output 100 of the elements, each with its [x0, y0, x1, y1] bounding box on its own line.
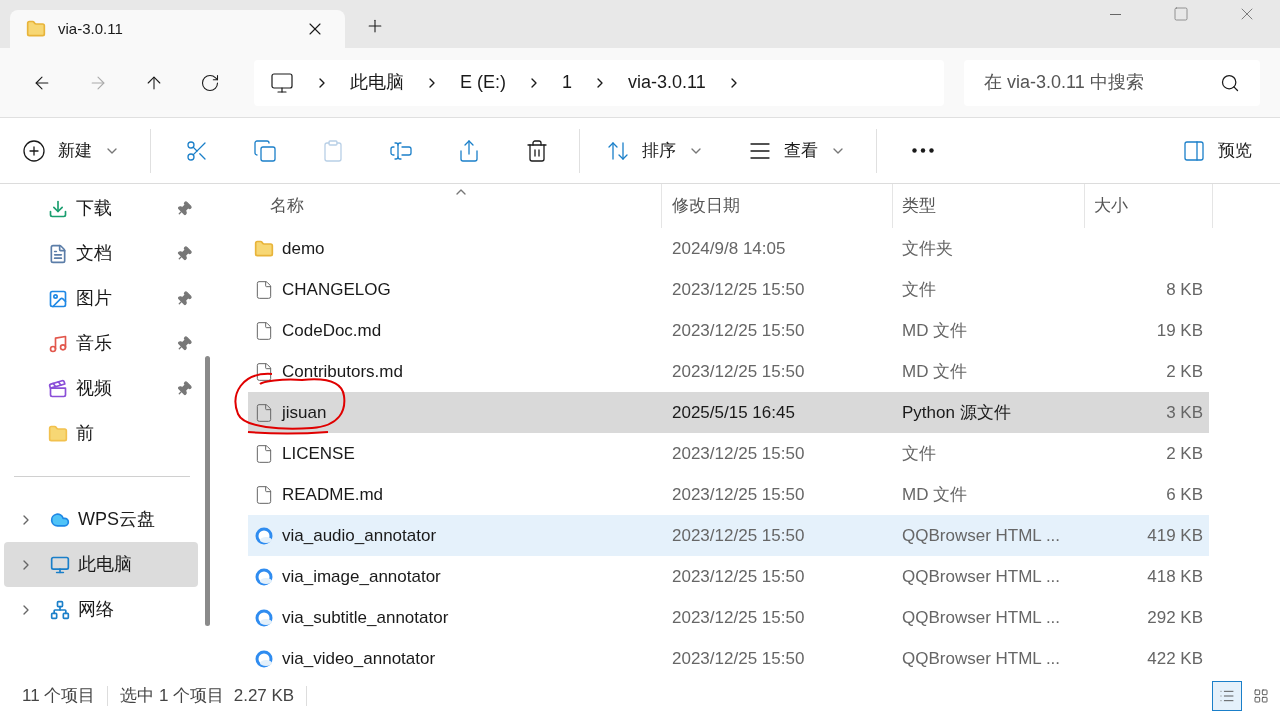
file-row[interactable]: LICENSE 2023/12/25 15:50 文件 2 KB	[248, 433, 1209, 474]
file-name: CodeDoc.md	[282, 319, 382, 342]
breadcrumb[interactable]: E (E:)	[460, 69, 506, 96]
file-row[interactable]: via_video_annotator 2023/12/25 15:50 QQBrowser HTML ... 422 KB	[248, 638, 1209, 679]
copy-icon	[253, 138, 277, 163]
size-cell-text: 2 KB	[1165, 360, 1203, 383]
minimize-icon	[1109, 13, 1121, 15]
tab-title: via-3.0.11	[58, 18, 124, 39]
date-cell-text: 2023/12/25 15:50	[671, 647, 806, 670]
file-row[interactable]: CodeDoc.md 2023/12/25 15:50 MD 文件 19 KB	[248, 310, 1209, 351]
breadcrumb[interactable]: via-3.0.11	[628, 69, 706, 96]
file-name: LICENSE	[282, 442, 355, 465]
music-icon	[48, 333, 68, 354]
size-cell-text: 418 KB	[1146, 565, 1203, 588]
file-icon	[254, 443, 274, 464]
date-cell-text: 2023/12/25 15:50	[671, 319, 806, 342]
sidebar-item[interactable]: 下载	[4, 186, 200, 231]
column-header[interactable]: 名称	[248, 184, 662, 228]
sidebar-item[interactable]: 音乐	[4, 321, 200, 366]
folder-icon	[48, 423, 68, 444]
type-cell-text: MD 文件	[901, 483, 969, 506]
type-cell-text: 文件夹	[901, 237, 954, 260]
details-view-button[interactable]	[1212, 681, 1242, 711]
selection-info: 选中 1 个项目 2.27 KB	[120, 685, 295, 708]
sidebar-item[interactable]: 前	[4, 411, 200, 456]
file-row[interactable]: demo 2024/9/8 14:05 文件夹	[248, 228, 1209, 269]
file-name: demo	[282, 237, 325, 260]
type-cell-text: 文件	[901, 278, 937, 301]
sort-button[interactable]: 排序	[598, 130, 712, 171]
date-cell-text: 2023/12/25 15:50	[671, 360, 806, 383]
search-field[interactable]: 在 via-3.0.11 中搜索	[964, 59, 1260, 106]
size-cell-text: 419 KB	[1146, 524, 1203, 547]
type-cell-text: MD 文件	[901, 360, 969, 383]
folder-icon	[254, 238, 274, 259]
document-icon	[48, 243, 68, 264]
scrollbar[interactable]	[204, 356, 210, 626]
sidebar-item[interactable]: 网络	[4, 587, 198, 632]
computer-icon	[270, 70, 294, 95]
type-cell-text: QQBrowser HTML ...	[901, 647, 1062, 670]
browser-icon	[254, 566, 274, 587]
refresh-icon	[200, 72, 220, 93]
share-icon	[457, 138, 481, 163]
preview-button[interactable]: 预览	[1174, 130, 1260, 171]
sidebar-item[interactable]: 图片	[4, 276, 200, 321]
list-icon	[1219, 688, 1235, 704]
file-icon	[254, 484, 274, 505]
date-cell-text: 2024/9/8 14:05	[671, 237, 787, 260]
browser-icon	[254, 525, 274, 546]
more-icon	[912, 148, 934, 153]
file-icon	[254, 279, 274, 300]
file-row[interactable]: via_image_annotator 2023/12/25 15:50 QQBrowser HTML ... 418 KB	[248, 556, 1209, 597]
date-cell-text: 2025/5/15 16:45	[671, 401, 796, 424]
view-button[interactable]: 查看	[740, 130, 854, 171]
sidebar-item[interactable]: 视频	[4, 366, 200, 411]
type-cell-text: MD 文件	[901, 319, 969, 342]
type-cell-text: 文件	[901, 442, 937, 465]
type-cell-text: QQBrowser HTML ...	[901, 565, 1062, 588]
size-cell-text: 8 KB	[1165, 278, 1203, 301]
sidebar-item[interactable]: 此电脑	[4, 542, 198, 587]
file-name: via_video_annotator	[282, 647, 436, 670]
type-cell-text: QQBrowser HTML ...	[901, 524, 1062, 547]
browser-icon	[254, 607, 274, 628]
new-button[interactable]: 新建	[22, 130, 128, 171]
file-name: via_image_annotator	[282, 565, 441, 588]
file-name: README.md	[282, 483, 384, 506]
file-row[interactable]: CHANGELOG 2023/12/25 15:50 文件 8 KB	[248, 269, 1209, 310]
panel-icon	[1182, 138, 1206, 163]
network-icon	[50, 599, 70, 620]
computer-icon	[50, 554, 70, 575]
size-cell-text: 3 KB	[1165, 401, 1203, 424]
tab[interactable]: via-3.0.11	[10, 10, 345, 48]
size-cell-text: 292 KB	[1146, 606, 1203, 629]
size-cell-text: 422 KB	[1146, 647, 1203, 670]
file-name: via_subtitle_annotator	[282, 606, 449, 629]
size-cell-text: 6 KB	[1165, 483, 1203, 506]
file-row[interactable]: via_audio_annotator 2023/12/25 15:50 QQBrowser HTML ... 419 KB	[248, 515, 1209, 556]
file-row[interactable]: Contributors.md 2023/12/25 15:50 MD 文件 2 KB	[248, 351, 1209, 392]
address-bar[interactable]: 此电脑 E (E:) 1 via-3.0.11	[254, 59, 944, 106]
file-icon	[254, 320, 274, 341]
item-count: 11 个项目	[22, 685, 96, 708]
maximize-icon	[1173, 6, 1189, 22]
file-name: CHANGELOG	[282, 278, 391, 301]
sidebar-item[interactable]: WPS云盘	[4, 497, 198, 542]
clipboard-icon	[321, 138, 345, 163]
breadcrumb[interactable]: 此电脑	[350, 69, 404, 96]
column-header[interactable]: 类型	[893, 184, 1085, 228]
file-icon	[254, 361, 274, 382]
date-cell-text: 2023/12/25 15:50	[671, 442, 806, 465]
column-header[interactable]: 修改日期	[662, 184, 893, 228]
date-cell-text: 2023/12/25 15:50	[671, 483, 806, 506]
file-row[interactable]: via_subtitle_annotator 2023/12/25 15:50 QQBrowser HTML ... 292 KB	[248, 597, 1209, 638]
type-cell-text: QQBrowser HTML ...	[901, 606, 1062, 629]
breadcrumb[interactable]: 1	[562, 69, 573, 96]
sidebar-item[interactable]: 文档	[4, 231, 200, 276]
date-cell-text: 2023/12/25 15:50	[671, 278, 806, 301]
file-row[interactable]: jisuan 2025/5/15 16:45 Python 源文件 3 KB	[248, 392, 1209, 433]
picture-icon	[48, 288, 68, 309]
column-header[interactable]: 大小	[1085, 184, 1213, 228]
date-cell-text: 2023/12/25 15:50	[671, 606, 806, 629]
file-row[interactable]: README.md 2023/12/25 15:50 MD 文件 6 KB	[248, 474, 1209, 515]
